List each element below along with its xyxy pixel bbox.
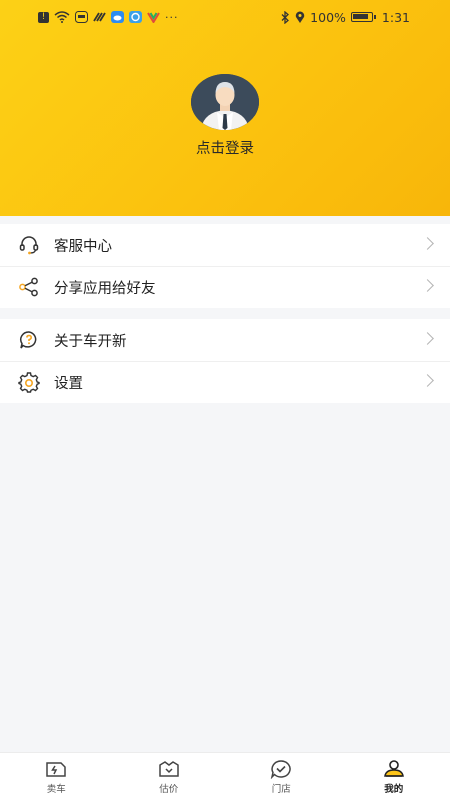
chevron-right-icon bbox=[421, 237, 434, 250]
battery-percent: 100% bbox=[310, 9, 346, 25]
tab-label: 门店 bbox=[271, 783, 291, 795]
tab-label: 估价 bbox=[159, 783, 179, 795]
chevron-right-icon bbox=[421, 374, 434, 387]
menu-item-label: 分享应用给好友 bbox=[54, 280, 156, 297]
gear-icon bbox=[18, 371, 40, 393]
sell-car-icon bbox=[46, 761, 66, 777]
tab-label: 我的 bbox=[384, 783, 404, 795]
menu-item-label: 设置 bbox=[54, 375, 83, 392]
status-right-icons: 100% 1:31 bbox=[281, 10, 410, 25]
tab-profile[interactable]: 我的 bbox=[338, 753, 450, 800]
colorful-app-icon bbox=[147, 12, 160, 23]
menu-item-about[interactable]: 关于车开新 bbox=[0, 319, 450, 361]
tab-valuation[interactable]: 估价 bbox=[113, 753, 226, 800]
bluetooth-icon bbox=[281, 10, 290, 24]
menu-item-share-app[interactable]: 分享应用给好友 bbox=[0, 266, 450, 308]
valuation-icon bbox=[159, 760, 179, 777]
login-prompt[interactable]: 点击登录 bbox=[0, 137, 450, 158]
menu-group-support: 客服中心 分享应用给好友 bbox=[0, 224, 450, 308]
user-avatar-illustration bbox=[191, 74, 259, 130]
chevron-right-icon bbox=[421, 332, 434, 345]
browser-app-icon bbox=[129, 11, 142, 23]
wifi-icon bbox=[54, 11, 70, 23]
tab-label: 卖车 bbox=[46, 783, 66, 795]
bottom-tab-bar: 卖车 估价 门店 我的 bbox=[0, 752, 450, 800]
avatar[interactable] bbox=[191, 74, 259, 130]
headset-icon bbox=[18, 234, 40, 256]
menu-item-label: 关于车开新 bbox=[54, 333, 127, 350]
status-bar: ! ··· 100% 1:31 bbox=[0, 0, 450, 34]
cloud-app-icon bbox=[111, 11, 124, 23]
alert-icon: ! bbox=[38, 11, 49, 23]
menu-item-label: 客服中心 bbox=[54, 238, 112, 255]
clock: 1:31 bbox=[381, 9, 410, 25]
car-app-icon bbox=[75, 11, 88, 23]
location-icon bbox=[295, 11, 305, 23]
tab-store[interactable]: 门店 bbox=[225, 753, 338, 800]
chevron-right-icon bbox=[421, 279, 434, 292]
more-notifications-indicator: ··· bbox=[165, 10, 179, 24]
profile-icon bbox=[383, 759, 404, 777]
question-icon bbox=[18, 329, 40, 351]
menu-group-about: 关于车开新 设置 bbox=[0, 319, 450, 403]
stripe-app-icon bbox=[93, 12, 106, 22]
profile-header: ! ··· 100% 1:31 点击登录 bbox=[0, 0, 450, 216]
status-left-icons: ! ··· bbox=[38, 11, 179, 24]
store-icon bbox=[271, 759, 292, 779]
tab-sell-car[interactable]: 卖车 bbox=[0, 753, 113, 800]
share-icon bbox=[18, 276, 40, 298]
battery-icon bbox=[350, 12, 376, 22]
menu-item-settings[interactable]: 设置 bbox=[0, 361, 450, 403]
menu-item-customer-service[interactable]: 客服中心 bbox=[0, 224, 450, 266]
